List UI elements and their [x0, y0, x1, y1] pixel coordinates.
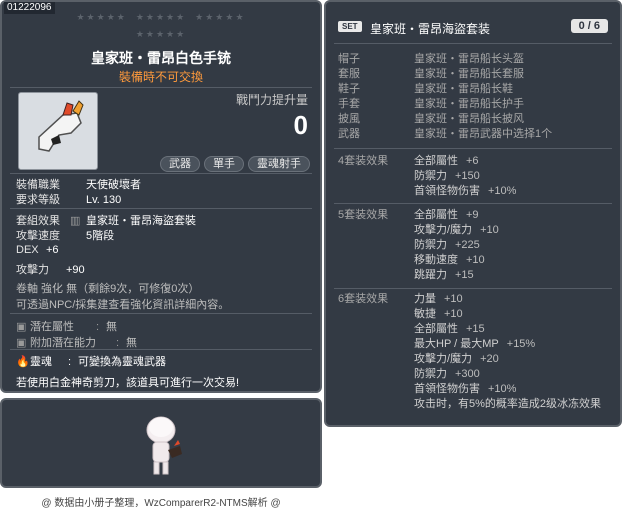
divider	[10, 313, 312, 314]
item-icon	[18, 92, 98, 170]
level-value: Lv. 130	[86, 194, 122, 206]
dex-value: +6	[46, 244, 59, 256]
divider	[334, 148, 612, 149]
set-effect-5: 5套装效果 全部屬性 +9 攻擊力/魔力 +10 防禦力 +225 移動速度 +10 跳躍…	[338, 209, 499, 281]
addpot-value: 無	[126, 337, 137, 349]
star-row-1: ★★★★★ ★★★★★ ★★★★★	[76, 12, 246, 22]
power-label: 戰鬥力提升量	[235, 93, 308, 107]
soul-value: 可變換為靈魂武器	[78, 356, 166, 368]
speed-row: 攻擊速度 5階段	[16, 227, 114, 243]
character-icon	[146, 416, 182, 475]
speed-label: 攻擊速度	[16, 230, 60, 242]
divider	[10, 208, 312, 209]
gun-icon	[38, 100, 84, 152]
divider	[10, 173, 312, 174]
set-effect-6: 6套装效果 力量 +10 敏捷 +10 全部屬性 +15 最大HP / 最大MP +15%…	[338, 293, 602, 410]
set-count: 0 / 6	[570, 19, 608, 33]
list-item: 披風 皇家班・雷昂船长披风	[338, 113, 524, 125]
atk-label: 攻擊力	[16, 264, 49, 276]
set-piece-list: 帽子 皇家班・雷昂船长头盔 套服 皇家班・雷昂船长套服 鞋子 皇家班・雷昂船长鞋 手套…	[338, 52, 552, 142]
tag-class: 靈魂射手	[248, 156, 310, 172]
tag-list: 武器 單手 靈魂射手	[160, 156, 310, 172]
lock-icon: ▣	[16, 321, 27, 333]
set-title: 皇家班・雷昂海盜套装	[370, 22, 491, 36]
power-value: 0	[293, 110, 308, 140]
flame-icon: 🔥	[16, 356, 30, 368]
item-name: 皇家班・雷昂白色手铳	[91, 50, 231, 66]
set-badge: SET	[338, 21, 362, 32]
divider	[10, 87, 312, 88]
list-item: 套服 皇家班・雷昂船长套服	[338, 68, 524, 80]
divider	[334, 43, 612, 44]
item-tooltip: 01222096 ★★★★★ ★★★★★ ★★★★★ ★★★★★ 皇家班・雷昂白…	[0, 0, 322, 393]
job-label: 裝備職業	[16, 179, 60, 191]
set-value: 皇家班・雷昂海盜套裝	[86, 215, 196, 227]
potential-row: ▣ 潛在屬性: 無	[16, 318, 117, 334]
set-row: 套組效果 ▥ 皇家班・雷昂海盜套裝	[16, 212, 196, 228]
atk-row: 攻擊力 +90	[16, 261, 85, 277]
soul-row: 🔥靈魂: 可變換為靈魂武器	[16, 353, 166, 369]
level-row: 要求等級 Lv. 130	[16, 191, 121, 207]
info-icon[interactable]: ▥	[70, 214, 86, 227]
soul-label: 靈魂	[30, 356, 52, 368]
job-value: 天使破壞者	[86, 179, 141, 191]
list-item: 帽子 皇家班・雷昂船长头盔	[338, 53, 524, 65]
addpot-label: 附加潛在能力	[30, 337, 96, 349]
untradeable-notice: 裝備時不可交換	[118, 70, 203, 84]
level-label: 要求等級	[16, 194, 60, 206]
lock-icon: ▣	[16, 337, 27, 349]
list-item: 武器 皇家班・雷昂武器中选择1个	[338, 128, 553, 140]
npc-info: 可透過NPC/採集建查看強化資訊詳細內容。	[16, 299, 230, 311]
potential-label: 潛在屬性	[30, 321, 74, 333]
tag-weapon: 武器	[160, 156, 200, 172]
character-preview	[0, 398, 322, 488]
star-row-2: ★★★★★	[135, 29, 187, 39]
set-effect-4: 4套装效果 全部屬性 +6 防禦力 +150 首領怪物伤害 +10%	[338, 155, 517, 197]
divider	[10, 349, 312, 350]
divider	[334, 288, 612, 289]
divider	[334, 203, 612, 204]
addpot-row: ▣ 附加潛在能力: 無	[16, 334, 137, 350]
tag-one-handed: 單手	[204, 156, 244, 172]
potential-value: 無	[106, 321, 117, 333]
dex-row: DEX +6	[16, 244, 59, 256]
set-panel: SET 皇家班・雷昂海盜套装 0 / 6 帽子 皇家班・雷昂船长头盔 套服 皇家班・…	[324, 0, 622, 427]
scroll-info: 卷軸 強化 無（剩餘9次，可修復0次）	[16, 283, 200, 295]
job-row: 裝備職業 天使破壞者	[16, 176, 141, 192]
atk-value: +90	[66, 264, 85, 276]
dex-label: DEX	[16, 244, 39, 256]
scissors-notice: 若使用白金神奇剪刀，該道具可進行一次交易!	[16, 377, 240, 389]
list-item: 手套 皇家班・雷昂船长护手	[338, 98, 524, 110]
set-label: 套組效果	[16, 215, 60, 227]
footer-credit: @ 数据由小册子整理，WzComparerR2-NTMS解析 @	[41, 498, 281, 509]
list-item: 鞋子 皇家班・雷昂船长鞋	[338, 83, 513, 95]
speed-value: 5階段	[86, 230, 115, 242]
